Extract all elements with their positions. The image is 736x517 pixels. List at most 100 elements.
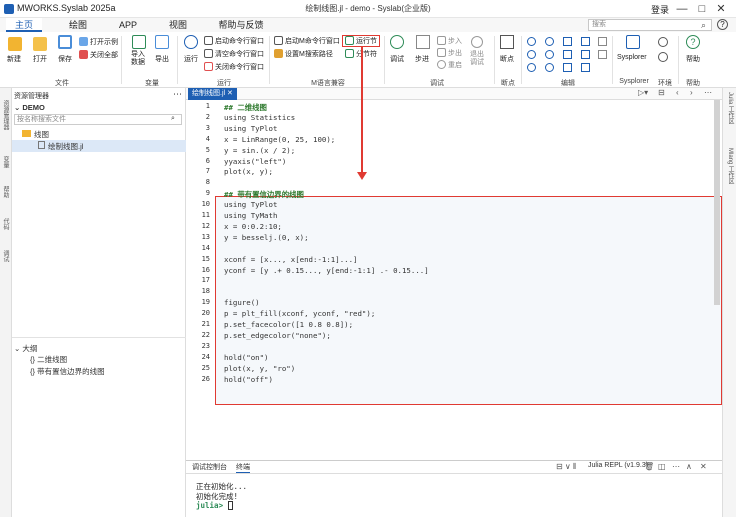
close-cmd-window-button[interactable]: 关闭命令行窗口 bbox=[204, 62, 264, 72]
debug-button[interactable]: 调试 bbox=[390, 54, 404, 64]
sysplorer-button[interactable]: Sysplorer bbox=[617, 54, 647, 61]
terminal-prompt[interactable]: julia> bbox=[196, 501, 228, 510]
open-button[interactable]: 打开 bbox=[33, 54, 47, 64]
debug-icon[interactable] bbox=[390, 35, 404, 49]
tab-explorer[interactable]: 资源管理器 bbox=[1, 100, 10, 130]
step-in-button[interactable]: 步入 bbox=[437, 36, 462, 46]
help-icon[interactable]: ? bbox=[717, 19, 728, 30]
checkbox-icon[interactable] bbox=[598, 37, 607, 46]
export-icon[interactable] bbox=[155, 35, 169, 49]
editor-tab-active[interactable]: 绘制线图.jl ✕ bbox=[188, 88, 237, 100]
open-folder-icon[interactable] bbox=[33, 37, 47, 51]
up-icon[interactable] bbox=[527, 50, 536, 59]
login-button[interactable]: 登录 bbox=[651, 3, 669, 16]
breakpoint-button[interactable]: 断点 bbox=[500, 54, 514, 64]
tab-plot[interactable]: 绘图 bbox=[60, 18, 96, 32]
code-line[interactable]: using Statistics bbox=[224, 113, 295, 122]
code-section-header[interactable]: ## 二维线图 bbox=[224, 102, 267, 113]
close-icon[interactable]: ✕ bbox=[714, 2, 728, 16]
run-file-icon[interactable]: ▷▾ bbox=[638, 88, 648, 97]
tab-mlang-workspace[interactable]: Mlang 工作区 bbox=[726, 148, 735, 184]
forward-icon[interactable] bbox=[545, 37, 554, 46]
code-line[interactable]: p.set_facecolor([1 0.8 0.8]); bbox=[224, 320, 353, 329]
tab-help-side[interactable]: 帮助 bbox=[1, 186, 10, 198]
new-icon[interactable] bbox=[8, 37, 22, 51]
tab-julia-workspace[interactable]: Julia 工作区 bbox=[726, 92, 735, 124]
close-icon[interactable]: ✕ bbox=[227, 90, 233, 97]
tab-variables[interactable]: 变量 bbox=[1, 156, 10, 168]
trash-icon[interactable]: 🗑 bbox=[644, 462, 654, 471]
back-icon[interactable] bbox=[527, 37, 536, 46]
bookmark-next-icon[interactable] bbox=[581, 37, 590, 46]
run-button[interactable]: 运行 bbox=[184, 54, 198, 64]
split-icon[interactable]: ◫ bbox=[658, 462, 666, 471]
code-line[interactable]: hold("off") bbox=[224, 375, 273, 384]
file-search-input[interactable]: 按名称搜索文件 bbox=[14, 114, 182, 125]
clear-cmd-window-button[interactable]: 清空命令行窗口 bbox=[204, 49, 264, 59]
set-m-path-button[interactable]: 设置M搜索路径 bbox=[274, 49, 333, 59]
start-m-cmd-button[interactable]: 启动M命令行窗口 bbox=[274, 36, 340, 46]
code-line[interactable]: yconf = [y .+ 0.15..., y[end:-1:1] .- 0.… bbox=[224, 266, 429, 275]
tab-debug-console[interactable]: 调试控制台 bbox=[192, 462, 227, 472]
tab-code[interactable]: 代码 bbox=[1, 218, 10, 230]
code-line[interactable]: xconf = [x..., x[end:-1:1]...] bbox=[224, 255, 358, 264]
outline-item[interactable]: {} 二维线图 bbox=[30, 354, 67, 365]
save-button[interactable]: 保存 bbox=[58, 54, 72, 64]
code-line[interactable]: using TyPlot bbox=[224, 200, 277, 209]
help-button[interactable]: 帮助 bbox=[686, 54, 700, 64]
chevron-left-icon[interactable]: ‹ bbox=[676, 88, 679, 97]
terminal-icon[interactable]: ⊟ ∨ ⫴ bbox=[556, 462, 576, 472]
chevron-up-icon[interactable]: ∧ bbox=[686, 462, 692, 471]
import-data-icon[interactable] bbox=[132, 35, 146, 49]
new-button[interactable]: 新建 bbox=[7, 54, 21, 64]
close-all-button[interactable]: 关闭全部 bbox=[79, 50, 118, 60]
bookmark-clear-icon[interactable] bbox=[581, 50, 590, 59]
bookmark-icon[interactable] bbox=[563, 37, 572, 46]
bookmark-prev-icon[interactable] bbox=[563, 50, 572, 59]
code-line[interactable]: plot(x, y); bbox=[224, 167, 273, 176]
code-line[interactable]: plot(x, y, "ro") bbox=[224, 364, 295, 373]
minimize-icon[interactable]: — bbox=[675, 2, 689, 16]
globe-icon[interactable] bbox=[658, 52, 668, 62]
replace-icon[interactable] bbox=[545, 63, 554, 72]
search-input[interactable]: 搜索 bbox=[588, 19, 712, 31]
save-icon[interactable] bbox=[58, 35, 72, 49]
search-icon[interactable]: ⌕ bbox=[171, 115, 175, 123]
step-button[interactable]: 步进 bbox=[415, 54, 429, 64]
code-line[interactable]: y = besselj.(0, x); bbox=[224, 233, 309, 242]
tab-help-feedback[interactable]: 帮助与反馈 bbox=[214, 18, 268, 32]
code-line[interactable]: figure() bbox=[224, 298, 260, 307]
tab-debug[interactable]: 调试 bbox=[1, 250, 10, 262]
code-line[interactable]: using TyMath bbox=[224, 211, 277, 220]
code-line[interactable]: x = 0:0.2:10; bbox=[224, 222, 282, 231]
find-icon[interactable] bbox=[527, 63, 536, 72]
step-out-button[interactable]: 步出 bbox=[437, 48, 462, 58]
down-icon[interactable] bbox=[545, 50, 554, 59]
tab-view[interactable]: 视图 bbox=[162, 18, 194, 32]
step-icon[interactable] bbox=[416, 35, 430, 49]
more-icon[interactable]: ⋯ bbox=[173, 89, 182, 100]
quit-debug-button[interactable]: 退出调试 bbox=[470, 51, 484, 67]
run-icon[interactable] bbox=[184, 35, 198, 49]
code-line[interactable]: p = plt_fill(xconf, yconf, "red"); bbox=[224, 309, 375, 318]
more-icon[interactable]: ⋯ bbox=[704, 88, 712, 97]
code-line[interactable]: hold("on") bbox=[224, 353, 269, 362]
breakpoint-icon[interactable] bbox=[500, 35, 514, 49]
checkbox2-icon[interactable] bbox=[598, 50, 607, 59]
quit-debug-icon[interactable] bbox=[471, 36, 483, 48]
start-cmd-window-button[interactable]: 启动命令行窗口 bbox=[204, 36, 264, 46]
indent-icon[interactable] bbox=[581, 63, 590, 72]
project-root[interactable]: ⌄ DEMO bbox=[14, 103, 45, 112]
code-line[interactable]: p.set_edgecolor("none"); bbox=[224, 331, 331, 340]
comment-icon[interactable] bbox=[563, 63, 572, 72]
gear-icon[interactable] bbox=[658, 37, 668, 47]
tab-app[interactable]: APP bbox=[112, 18, 144, 32]
search-icon[interactable]: ⌕ bbox=[701, 20, 706, 31]
more-icon[interactable]: ⋯ bbox=[672, 462, 680, 471]
code-section-header[interactable]: ## 带有置信边界的线图 bbox=[224, 189, 304, 200]
folder-item[interactable]: 线图 bbox=[22, 129, 49, 140]
code-line[interactable]: using TyPlot bbox=[224, 124, 277, 133]
restart-button[interactable]: 重启 bbox=[437, 60, 462, 70]
maximize-icon[interactable]: □ bbox=[695, 2, 709, 16]
sysplorer-icon[interactable] bbox=[626, 35, 640, 49]
